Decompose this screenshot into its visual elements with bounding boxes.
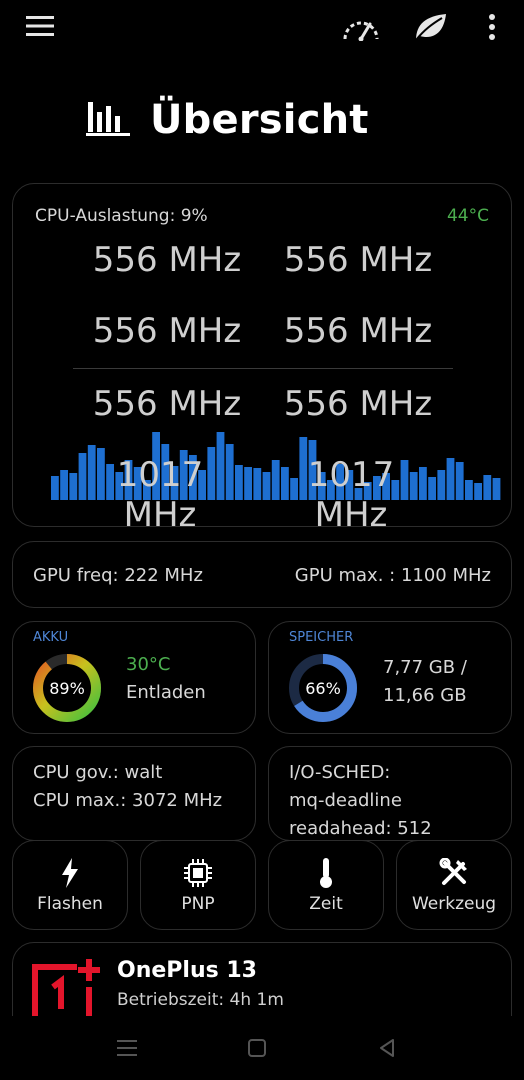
chip-icon bbox=[141, 857, 255, 889]
battery-temperature: 30°C bbox=[126, 654, 171, 675]
cpu-core-freq: 556 MHz bbox=[283, 384, 433, 424]
flash-icon bbox=[13, 857, 127, 889]
memory-heading: SPEICHER bbox=[289, 630, 354, 645]
top-app-bar bbox=[0, 0, 524, 56]
cpu-history-bar bbox=[244, 467, 252, 500]
battery-percent: 89% bbox=[49, 679, 85, 698]
cpu-core-freq: 556 MHz bbox=[283, 240, 433, 280]
memory-percent: 66% bbox=[305, 679, 341, 698]
cpu-core-freq: 556 MHz bbox=[92, 240, 242, 280]
cpu-governor: CPU gov.: walt bbox=[33, 762, 163, 783]
memory-card[interactable]: SPEICHER 66% 7,77 GB / 11,66 GB bbox=[268, 621, 512, 734]
cpu-core-freq: 1017 MHz bbox=[116, 455, 204, 527]
cpu-history-bar bbox=[60, 470, 68, 500]
memory-used: 7,77 GB / bbox=[383, 657, 467, 678]
cpu-core-freq: 556 MHz bbox=[283, 311, 433, 351]
tile-label: Flashen bbox=[37, 894, 103, 914]
system-nav-bar bbox=[0, 1016, 524, 1080]
io-scheduler-card[interactable]: I/O-SCHED: mq-deadline readahead: 512 bbox=[268, 746, 512, 841]
flash-button[interactable]: Flashen bbox=[12, 840, 128, 930]
speedometer-icon[interactable] bbox=[340, 10, 382, 44]
cpu-history-bar bbox=[483, 475, 492, 500]
device-uptime: Betriebszeit: 4h 1m bbox=[117, 990, 284, 1010]
io-readahead: readahead: 512 bbox=[289, 818, 432, 839]
cpu-card[interactable]: CPU-Auslastung: 9% 44°C 556 MHz 556 MHz … bbox=[12, 183, 512, 527]
cpu-history-bar bbox=[437, 470, 446, 500]
cpu-history-bar bbox=[253, 468, 262, 500]
memory-ring: 66% bbox=[289, 654, 357, 722]
cpu-core-freq: 556 MHz bbox=[92, 311, 242, 351]
home-icon[interactable] bbox=[242, 1036, 272, 1060]
cpu-governor-card[interactable]: CPU gov.: walt CPU max.: 3072 MHz bbox=[12, 746, 256, 841]
leaf-icon[interactable] bbox=[410, 10, 450, 44]
device-name: OnePlus 13 bbox=[117, 958, 257, 983]
gpu-card[interactable]: GPU freq: 222 MHz GPU max. : 1100 MHz bbox=[12, 541, 512, 608]
battery-ring: 89% bbox=[33, 654, 101, 722]
cpu-history-bar bbox=[474, 483, 482, 500]
page-title: Übersicht bbox=[150, 97, 369, 143]
cpu-core-freq: 1017 MHz bbox=[307, 455, 395, 527]
gpu-max: GPU max. : 1100 MHz bbox=[294, 565, 491, 586]
cpu-history-bar bbox=[51, 476, 59, 500]
battery-status: Entladen bbox=[126, 682, 206, 703]
battery-heading: AKKU bbox=[33, 630, 69, 645]
page-header: Übersicht bbox=[86, 92, 369, 148]
cpu-max-freq: CPU max.: 3072 MHz bbox=[33, 790, 223, 811]
battery-card[interactable]: AKKU 89% 30°C Entladen bbox=[12, 621, 256, 734]
cpu-history-bar bbox=[455, 462, 464, 500]
cpu-core-freq: 556 MHz bbox=[92, 384, 242, 424]
back-icon[interactable] bbox=[372, 1036, 402, 1060]
pnp-button[interactable]: PNP bbox=[140, 840, 256, 930]
tools-icon bbox=[397, 857, 511, 889]
zeit-button[interactable]: Zeit bbox=[268, 840, 384, 930]
memory-total: 11,66 GB bbox=[383, 685, 467, 706]
memory-usage: 7,77 GB / 11,66 GB bbox=[383, 654, 467, 710]
tile-label: PNP bbox=[181, 894, 215, 914]
more-vert-icon[interactable] bbox=[480, 12, 504, 42]
tile-label: Werkzeug bbox=[411, 894, 497, 914]
io-sched-label: I/O-SCHED: bbox=[289, 762, 391, 783]
cpu-history-bar bbox=[492, 478, 501, 500]
bar-chart-icon bbox=[86, 98, 130, 142]
thermometer-icon bbox=[269, 857, 383, 889]
menu-icon[interactable] bbox=[22, 12, 58, 40]
cpu-history-bar bbox=[446, 458, 455, 500]
gpu-freq: GPU freq: 222 MHz bbox=[33, 565, 203, 586]
io-scheduler: mq-deadline bbox=[289, 790, 402, 811]
cpu-history-bar bbox=[465, 480, 473, 500]
tile-label: Zeit bbox=[309, 894, 343, 914]
werkzeug-button[interactable]: Werkzeug bbox=[396, 840, 512, 930]
recents-icon[interactable] bbox=[112, 1036, 142, 1060]
